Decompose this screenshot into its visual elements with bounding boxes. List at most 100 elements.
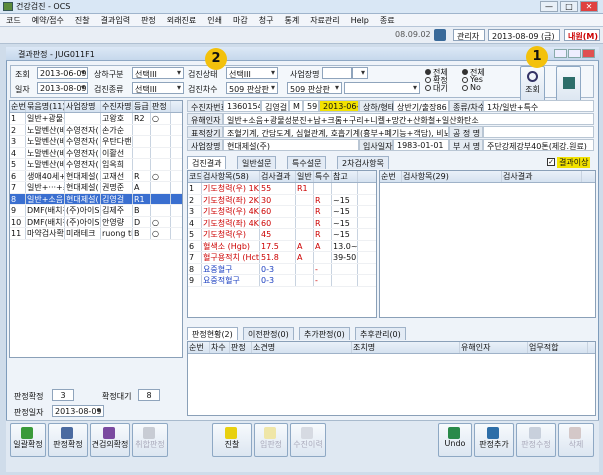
delete-button[interactable]: 삭제 <box>558 423 594 457</box>
cancel-judgment-button[interactable]: 취합판정 <box>132 423 168 457</box>
table-row[interactable]: 7일반+···+소음현대제설(권명준A <box>10 182 182 194</box>
result-row[interactable]: 7 혈구용적치 (Hct)51.8 A 39-50 <box>188 252 376 264</box>
table-cell: 마약검사확인 <box>27 228 65 239</box>
result-cell: 39-50 <box>333 252 358 263</box>
result-cell: 51.8 <box>260 252 296 263</box>
tab-followup[interactable]: 추후관리(0) <box>355 327 406 340</box>
history-icon <box>301 427 313 439</box>
judge-date-input[interactable]: 2013-08-09 <box>52 405 104 417</box>
exam-type-select[interactable]: 선택III <box>132 82 184 94</box>
maximize-button[interactable]: □ <box>560 1 578 12</box>
table-cell: 노말벤산(배) <box>26 147 65 159</box>
minimize-button[interactable]: — <box>540 1 558 12</box>
result-row[interactable]: 9 요중적혈구 0-3 - <box>188 275 376 287</box>
result-row[interactable]: 8 요중혈구 0-3 - <box>188 263 376 275</box>
table-cell <box>151 193 171 205</box>
menu-item-closing[interactable]: 마감 <box>227 14 253 26</box>
radio-no[interactable] <box>462 85 468 91</box>
exam-round-name-select[interactable]: 509 판상판 <box>287 82 342 94</box>
menu-item-data[interactable]: 자료관리 <box>304 14 344 26</box>
app-title: 건강검진 - OCS <box>16 2 71 11</box>
patient-state-label: 상하/형태 <box>359 100 395 112</box>
table-cell: 1 <box>10 113 26 124</box>
business-input[interactable] <box>322 67 352 79</box>
result-cell: A <box>296 240 314 252</box>
close-button[interactable]: ✕ <box>580 1 598 12</box>
table-row[interactable]: 11마약검사확인미래테크ruong thB○ <box>10 228 182 240</box>
date-input[interactable]: 2013-08-09 <box>37 82 88 94</box>
sub-minimize-button[interactable] <box>554 49 567 58</box>
abnormal-checkbox[interactable]: ✓ <box>547 158 555 166</box>
menu-item-result-input[interactable]: 결과입력 <box>95 14 135 26</box>
table-row[interactable]: 1일반+광물성(주)부성 고왕호R2○ <box>10 113 182 125</box>
exam-button[interactable]: 진찰 <box>212 423 252 457</box>
biz-name-value: 현대제설(주) <box>223 139 359 151</box>
table-cell <box>65 113 101 124</box>
patient-no-value: 13601549 <box>223 100 261 112</box>
table-row[interactable]: 4노말벤산(배)수영전자(이활선 <box>10 147 182 159</box>
menu-item-exam[interactable]: 진찰 <box>69 14 95 26</box>
tab-exam-result[interactable]: 검진결과 <box>187 156 227 169</box>
radio-waiting[interactable] <box>425 85 431 91</box>
menu-item-help[interactable]: Help <box>345 15 374 25</box>
tab-add-judgment[interactable]: 추가판정(0) <box>299 327 350 340</box>
result-row[interactable]: 6 혈색소 (Hgb) 17.5 A A 13.0~ <box>188 240 376 252</box>
table-row[interactable]: 8일반+소음+···현대제설(김영걸R1 <box>10 193 182 205</box>
exam-round-detail-select[interactable] <box>344 82 420 94</box>
menu-item-stats[interactable]: 통계 <box>278 14 304 26</box>
edit-judgment-button[interactable]: 판정수정 <box>516 423 556 457</box>
undo-button[interactable]: Undo <box>438 423 472 457</box>
sub-restore-button[interactable] <box>568 49 581 58</box>
result-row[interactable]: 1기도청력(우) 1KHz55R1 <box>188 183 376 195</box>
tab-judgment-status[interactable]: 판정현황(2) <box>187 327 238 340</box>
col-special: 특수 <box>314 171 332 182</box>
exam-type-label: 검진종류 <box>94 85 124 94</box>
upper-class-select[interactable]: 선택III <box>132 67 184 79</box>
logout-icon[interactable] <box>434 29 446 41</box>
doctor-confirm-button[interactable]: 견검의확정 <box>90 423 130 457</box>
radio-confirmed[interactable] <box>425 77 431 83</box>
tab-prev-judgment[interactable]: 이전판정(0) <box>243 327 294 340</box>
menu-item-exit[interactable]: 종료 <box>374 14 400 26</box>
delete-label: 삭제 <box>568 440 584 449</box>
table-row[interactable]: 3노말벤산(배)수영전자(우탄다랜 <box>10 136 182 148</box>
tab-second-items[interactable]: 2차검사항목 <box>337 156 389 169</box>
tab-general-survey[interactable]: 일반설문 <box>237 156 277 169</box>
tab-special-survey[interactable]: 특수설문 <box>287 156 327 169</box>
exit-button[interactable] <box>556 66 581 102</box>
result-row[interactable]: 3기도청력(우) 4KHz60 R~15 <box>188 206 376 218</box>
radio-yes[interactable] <box>462 77 468 83</box>
result-row[interactable]: 2기도청력(좌) 2KHz30 R~15 <box>188 194 376 206</box>
lookup-date-input[interactable]: 2013-06-09 <box>37 67 88 79</box>
confirm-button[interactable]: 판정확정 <box>48 423 88 457</box>
menu-item-code[interactable]: 코드 <box>0 14 26 26</box>
sub-close-button[interactable] <box>582 49 595 58</box>
add-judgment-button[interactable]: 판정추가 <box>474 423 514 457</box>
table-cell: ○ <box>151 228 171 239</box>
menu-item-reservation[interactable]: 예약/접수 <box>26 14 69 26</box>
search-button[interactable]: 조회 <box>520 66 545 102</box>
entry-judgment-button[interactable]: 입판정 <box>254 423 288 457</box>
bulk-confirm-button[interactable]: 일괄확정 <box>10 423 46 457</box>
col-j-seq: 순번 <box>188 342 210 353</box>
table-row[interactable]: 6생애40세+···현대제설(고재선R○ <box>10 170 182 182</box>
radio-all-1[interactable] <box>425 69 431 75</box>
menu-item-outpatient[interactable]: 외래진료 <box>161 14 201 26</box>
exam-round-select[interactable]: 509 판상판 <box>226 82 278 94</box>
patient-name-value: 김영걸 <box>261 100 289 112</box>
radio-all-2[interactable] <box>462 69 468 75</box>
exam-state-select[interactable]: 선택III <box>226 67 278 79</box>
undo-label: Undo <box>444 439 466 448</box>
menu-item-claim[interactable]: 청구 <box>253 14 279 26</box>
table-row[interactable]: 2노말벤산(배)수영전자(손가순 <box>10 124 182 136</box>
table-row[interactable]: 10DMF(배치전)(주)아이S안영량D○ <box>10 216 182 228</box>
result-row[interactable]: 5 기도청력(우) 45 R ~15 <box>188 229 376 241</box>
business-dropdown[interactable] <box>352 67 368 79</box>
table-row[interactable]: 5노말벤산(배)수영전자(임옥희 <box>10 159 182 171</box>
table-row[interactable]: 9DMF(배치전)(주)아이S김제주B <box>10 205 182 217</box>
history-button[interactable]: 수진이력 <box>290 423 326 457</box>
status-toolbar: 08.09.02 관리자 2013-08-09 (금) 내원(M) <box>0 27 603 44</box>
menu-item-print[interactable]: 인쇄 <box>201 14 227 26</box>
result-row[interactable]: 4기도청력(좌) 4KHz60 R~15 <box>188 217 376 229</box>
menu-item-judgment[interactable]: 판정 <box>135 14 161 26</box>
